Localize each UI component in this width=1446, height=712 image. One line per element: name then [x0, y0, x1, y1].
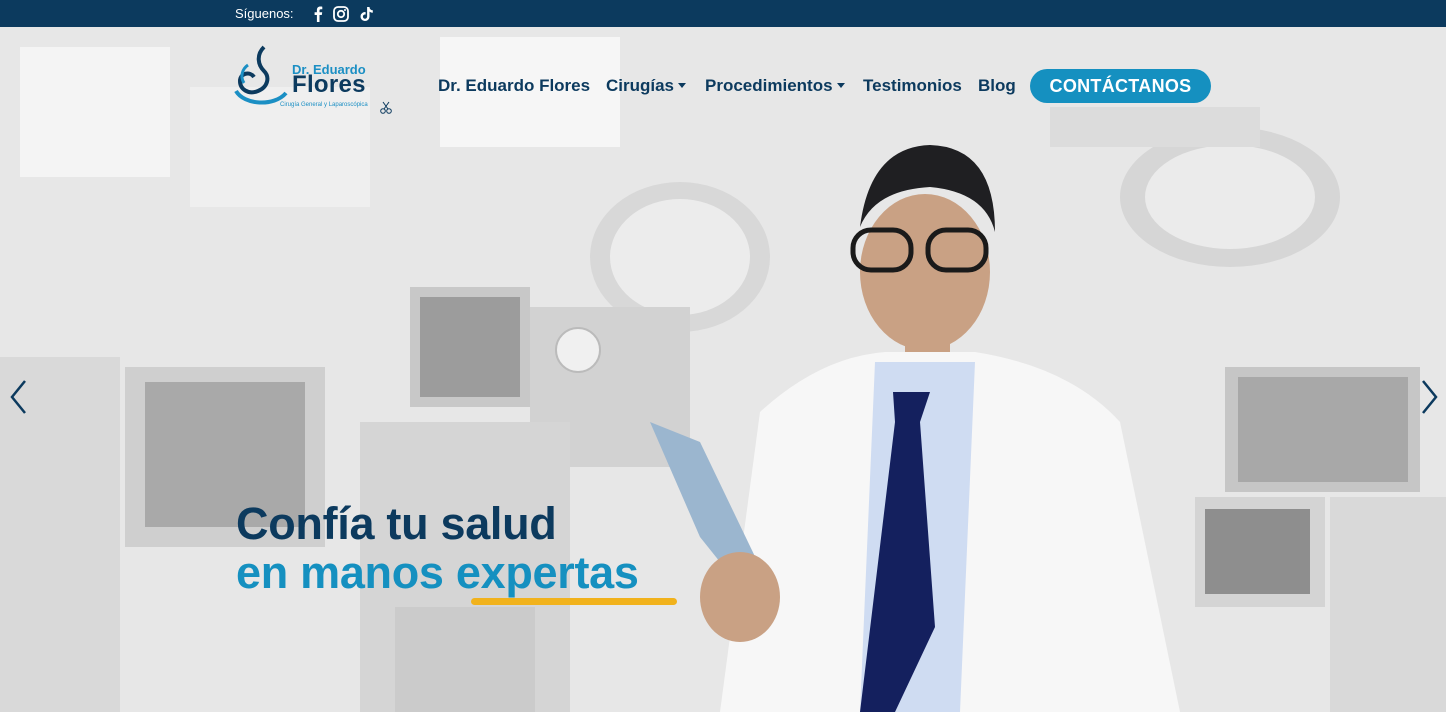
nav-cirugias[interactable]: Cirugías: [606, 76, 687, 98]
nav-procedimientos[interactable]: Procedimientos: [705, 76, 845, 98]
nav-blog[interactable]: Blog: [978, 76, 1016, 98]
chevron-left-icon: [10, 380, 26, 414]
nav-label: Blog: [978, 76, 1016, 95]
headline-underline: [471, 598, 677, 605]
nav-label: Testimonios: [863, 76, 962, 95]
next-slide-arrow[interactable]: [1418, 379, 1440, 415]
logo-name: Flores: [292, 71, 366, 98]
top-social-bar: Síguenos:: [0, 0, 1446, 27]
contact-button[interactable]: CONTÁCTANOS: [1030, 69, 1211, 103]
nav-label: Procedimientos: [705, 76, 833, 95]
tiktok-icon[interactable]: [358, 5, 376, 23]
prev-slide-arrow[interactable]: [8, 379, 30, 415]
scissors-icon: [380, 101, 392, 114]
facebook-icon[interactable]: [309, 5, 327, 23]
caret-down-icon: [836, 83, 845, 88]
nav-testimonios[interactable]: Testimonios: [863, 76, 962, 98]
operating-room-background: [0, 27, 1446, 712]
logo-tagline: Cirugía General y Laparoscópica: [280, 102, 368, 108]
site-logo[interactable]: Dr. Eduardo Flores Cirugía General y Lap…: [234, 45, 394, 115]
hero-headline-line2: en manos expertas: [236, 547, 639, 599]
instagram-icon[interactable]: [332, 5, 350, 23]
nav-dr-eduardo-flores[interactable]: Dr. Eduardo Flores: [438, 76, 590, 98]
nav-label: Cirugías: [606, 76, 675, 95]
stomach-logo-icon: [234, 45, 288, 105]
hero-slider: [0, 27, 1446, 712]
hero-headline-emphasis: expertas: [455, 547, 639, 598]
hero-headline-part: en manos: [236, 547, 456, 598]
follow-us-label: Síguenos:: [235, 6, 294, 21]
caret-down-icon: [678, 83, 687, 88]
chevron-right-icon: [1422, 380, 1438, 414]
nav-label: Dr. Eduardo Flores: [438, 76, 591, 95]
hero-headline-line1: Confía tu salud: [236, 498, 557, 549]
